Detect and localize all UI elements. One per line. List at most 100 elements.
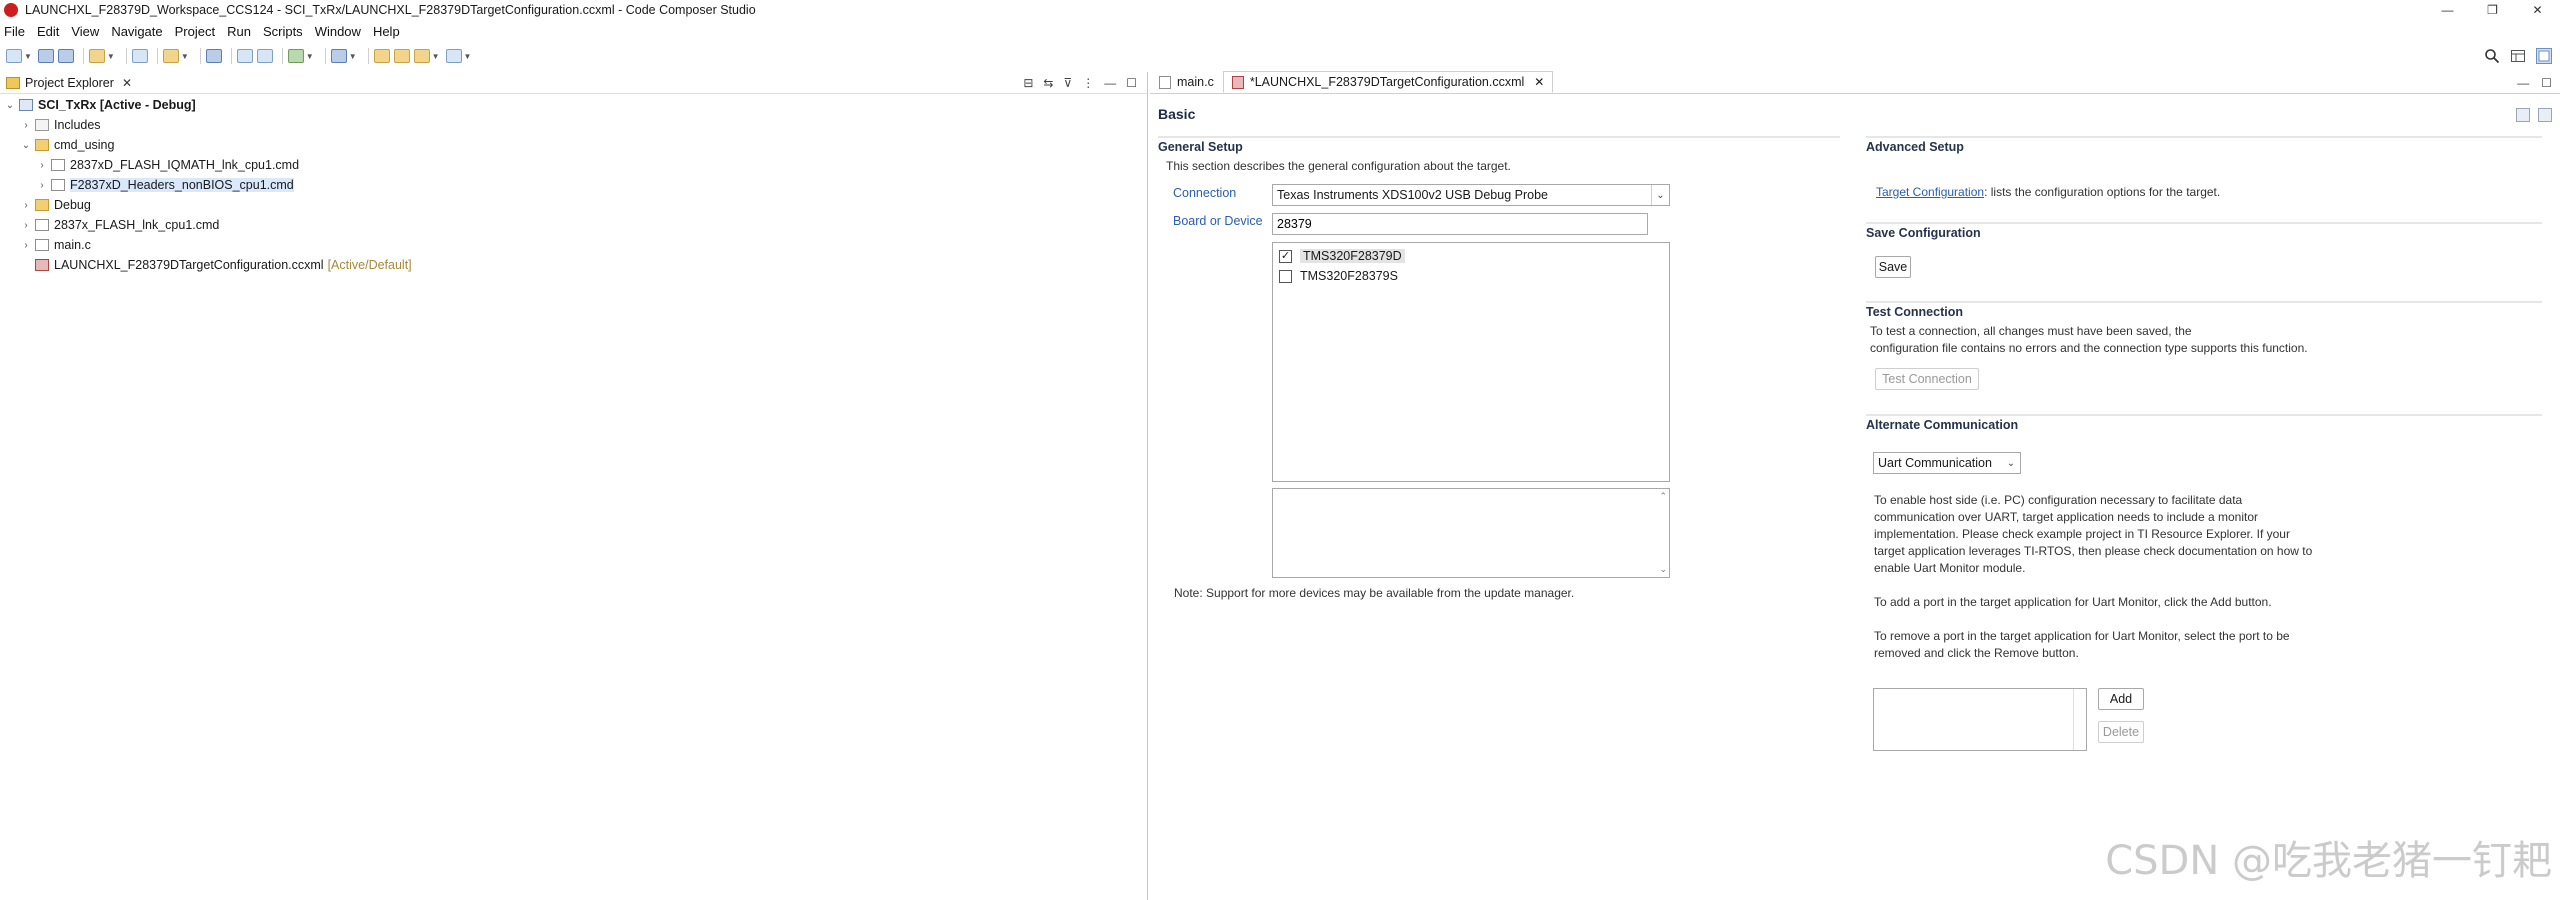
- expanded-arrow-icon[interactable]: ⌄: [4, 100, 16, 111]
- save-all-icon[interactable]: [57, 49, 74, 63]
- tab-main-c[interactable]: main.c: [1150, 71, 1223, 93]
- registers-icon[interactable]: [256, 49, 273, 63]
- target-configuration-link[interactable]: Target Configuration: [1876, 185, 1984, 199]
- chevron-down-icon[interactable]: ⌄: [1651, 185, 1669, 205]
- tab-project-explorer[interactable]: Project Explorer ✕: [0, 72, 138, 94]
- uart-port-list[interactable]: [1873, 688, 2087, 751]
- checkbox-checked-icon[interactable]: ✓: [1279, 249, 1292, 263]
- console-icon[interactable]: [205, 49, 222, 63]
- add-button[interactable]: Add: [2098, 688, 2144, 710]
- view-icon[interactable]: [330, 49, 347, 63]
- project-explorer-tabbar: Project Explorer ✕ ⊟ ⇆ ⊽ ⋮ — ☐: [0, 72, 1147, 94]
- menu-project[interactable]: Project: [175, 24, 215, 39]
- title-bar: LAUNCHXL_F28379D_Workspace_CCS124 - SCI_…: [0, 0, 2560, 20]
- maximize-view-icon[interactable]: ☐: [1126, 76, 1137, 90]
- device-item-tms320f28379d[interactable]: ✓ TMS320F28379D: [1279, 246, 1669, 266]
- folder-icon: [35, 199, 49, 211]
- board-or-device-field[interactable]: [1272, 213, 1648, 235]
- tree-item-debug[interactable]: › Debug: [0, 195, 1147, 215]
- tab-label: *LAUNCHXL_F28379DTargetConfiguration.ccx…: [1249, 75, 1525, 89]
- active-default-decoration: [Active/Default]: [327, 258, 412, 272]
- restore-button[interactable]: ❐: [2470, 0, 2515, 20]
- view-menu-icon[interactable]: ⋮: [1082, 76, 1094, 90]
- build-icon[interactable]: [88, 49, 105, 63]
- connection-select[interactable]: Texas Instruments XDS100v2 USB Debug Pro…: [1272, 184, 1670, 206]
- test-connection-button[interactable]: Test Connection: [1875, 368, 1979, 390]
- filter-icon[interactable]: ⊽: [1063, 76, 1072, 90]
- collapsed-arrow-icon[interactable]: ›: [20, 120, 32, 131]
- menu-navigate[interactable]: Navigate: [111, 24, 162, 39]
- uart-communication-select[interactable]: Uart Communication ⌄: [1873, 452, 2021, 474]
- close-window-button[interactable]: ✕: [2515, 0, 2560, 20]
- toolbar-separator: [82, 48, 84, 64]
- collapsed-arrow-icon[interactable]: ›: [20, 220, 32, 231]
- memory-icon[interactable]: [236, 49, 253, 63]
- debug-icon[interactable]: [287, 49, 304, 63]
- save-icon[interactable]: [37, 49, 54, 63]
- debug-dropdown-icon[interactable]: ▼: [306, 52, 314, 61]
- connection-label[interactable]: Connection: [1173, 186, 1236, 200]
- device-list[interactable]: ✓ TMS320F28379D TMS320F28379S: [1272, 242, 1670, 482]
- device-item-tms320f28379s[interactable]: TMS320F28379S: [1279, 266, 1669, 286]
- forward-icon[interactable]: [445, 49, 462, 63]
- tree-item-cmd-using[interactable]: ⌄ cmd_using: [0, 135, 1147, 155]
- maximize-view-icon[interactable]: ☐: [2541, 76, 2552, 90]
- menu-view[interactable]: View: [71, 24, 99, 39]
- menu-run[interactable]: Run: [227, 24, 251, 39]
- board-or-device-label[interactable]: Board or Device: [1173, 214, 1263, 228]
- close-icon[interactable]: ✕: [1534, 75, 1544, 89]
- minimize-view-icon[interactable]: —: [2517, 76, 2529, 90]
- build-dropdown-icon[interactable]: ▼: [107, 52, 115, 61]
- device-description-area[interactable]: ⌃ ⌄: [1272, 488, 1670, 578]
- link-with-editor-icon[interactable]: ⇆: [1043, 76, 1053, 90]
- menu-window[interactable]: Window: [315, 24, 361, 39]
- scroll-up-icon[interactable]: ⌃: [1659, 491, 1667, 502]
- advanced-setup-suffix: : lists the configuration options for th…: [1984, 185, 2221, 199]
- collapse-all-icon[interactable]: ⊟: [1023, 76, 1033, 90]
- minimize-button[interactable]: —: [2425, 0, 2470, 20]
- flash-dropdown-icon[interactable]: ▼: [181, 52, 189, 61]
- view-dropdown-icon[interactable]: ▼: [349, 52, 357, 61]
- tree-item-main-c[interactable]: › main.c: [0, 235, 1147, 255]
- checkbox-icon[interactable]: [1279, 269, 1292, 283]
- menu-edit[interactable]: Edit: [37, 24, 59, 39]
- menu-scripts[interactable]: Scripts: [263, 24, 303, 39]
- csdn-watermark: CSDN @吃我老猪一钉耙: [2105, 838, 2552, 884]
- forward-dropdown-icon[interactable]: ▼: [464, 52, 472, 61]
- tree-item-ccxml[interactable]: LAUNCHXL_F28379DTargetConfiguration.ccxm…: [0, 255, 1147, 275]
- tab-ccxml[interactable]: *LAUNCHXL_F28379DTargetConfiguration.ccx…: [1222, 71, 1554, 93]
- scroll-down-icon[interactable]: ⌄: [1659, 564, 1667, 575]
- collapsed-arrow-icon[interactable]: ›: [36, 160, 48, 171]
- collapsed-arrow-icon[interactable]: ›: [20, 200, 32, 211]
- tree-item-project[interactable]: ⌄ SCI_TxRx [Active - Debug]: [0, 95, 1147, 115]
- tree-item-headers-cmd[interactable]: › F2837xD_Headers_nonBIOS_cpu1.cmd: [0, 175, 1147, 195]
- tree-item-flash-cmd[interactable]: › 2837x_FLASH_lnk_cpu1.cmd: [0, 215, 1147, 235]
- menu-file[interactable]: File: [4, 24, 25, 39]
- chevron-down-icon[interactable]: ⌄: [2002, 453, 2020, 473]
- menu-help[interactable]: Help: [373, 24, 400, 39]
- delete-button[interactable]: Delete: [2098, 721, 2144, 743]
- uart-description-line: communication over UART, target applicat…: [1874, 510, 2258, 524]
- next-annotation-icon[interactable]: [393, 49, 410, 63]
- close-icon[interactable]: ✕: [122, 76, 132, 90]
- minimize-view-icon[interactable]: —: [1104, 76, 1116, 90]
- collapsed-arrow-icon[interactable]: ›: [36, 180, 48, 191]
- ccs-edit-perspective-icon[interactable]: [2536, 48, 2552, 64]
- new-icon[interactable]: [6, 49, 22, 63]
- prev-annotation-icon[interactable]: [373, 49, 390, 63]
- save-button[interactable]: Save: [1875, 256, 1911, 278]
- search-icon[interactable]: [2484, 48, 2500, 64]
- search-project-icon[interactable]: [131, 49, 148, 63]
- tree-item-iqmath-cmd[interactable]: › 2837xD_FLASH_IQMATH_lnk_cpu1.cmd: [0, 155, 1147, 175]
- flash-icon[interactable]: [162, 49, 179, 63]
- back-dropdown-icon[interactable]: ▼: [432, 52, 440, 61]
- new-dropdown-icon[interactable]: ▼: [24, 52, 32, 61]
- back-icon[interactable]: [413, 49, 430, 63]
- uart-description: To enable host side (i.e. PC) configurat…: [1874, 492, 2312, 577]
- collapsed-arrow-icon[interactable]: ›: [20, 240, 32, 251]
- layout-vertical-icon[interactable]: [2538, 108, 2552, 122]
- layout-horizontal-icon[interactable]: [2516, 108, 2530, 122]
- tree-item-includes[interactable]: › Includes: [0, 115, 1147, 135]
- open-perspective-icon[interactable]: [2510, 48, 2526, 64]
- expanded-arrow-icon[interactable]: ⌄: [20, 140, 32, 151]
